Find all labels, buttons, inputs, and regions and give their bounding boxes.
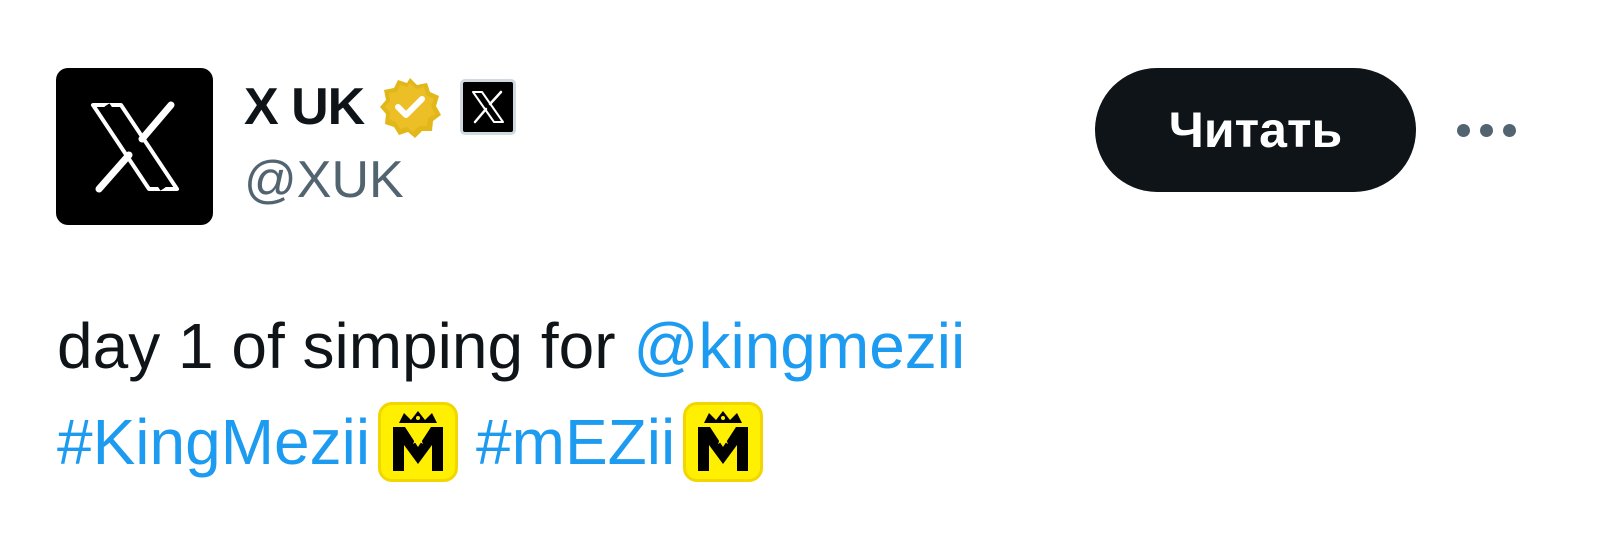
more-dots-icon [1479, 123, 1493, 137]
account-name-row: X UK [244, 72, 517, 142]
more-dots-icon [1456, 123, 1470, 137]
tweet-text: day 1 of simping for @kingmezii #KingMez… [57, 298, 1537, 490]
tweet-text-line-1: day 1 of simping for @kingmezii [57, 298, 1537, 394]
tweet-prefix-text: day 1 of simping for [57, 310, 616, 382]
king-mezii-hashflag-icon [683, 402, 764, 482]
avatar[interactable] [56, 68, 213, 225]
hashtag-link-kingmezii[interactable]: #KingMezii [57, 394, 370, 490]
king-mezii-hashflag-icon [378, 402, 459, 482]
x-affiliate-badge-icon[interactable] [460, 79, 517, 135]
tweet-text-line-2: #KingMezii #mEZii [57, 394, 1537, 490]
x-logo-icon [90, 101, 179, 192]
gold-verified-badge-icon[interactable] [378, 75, 442, 139]
account-display-name[interactable]: X UK [244, 81, 365, 133]
account-handle[interactable]: @XUK [244, 151, 404, 209]
hashtag-link-mezii[interactable]: #mEZii [476, 394, 675, 490]
more-dots-icon [1502, 123, 1516, 137]
follow-button[interactable]: Читать [1095, 68, 1416, 192]
more-options-button[interactable] [1448, 104, 1524, 156]
mention-link[interactable]: @kingmezii [634, 298, 966, 394]
